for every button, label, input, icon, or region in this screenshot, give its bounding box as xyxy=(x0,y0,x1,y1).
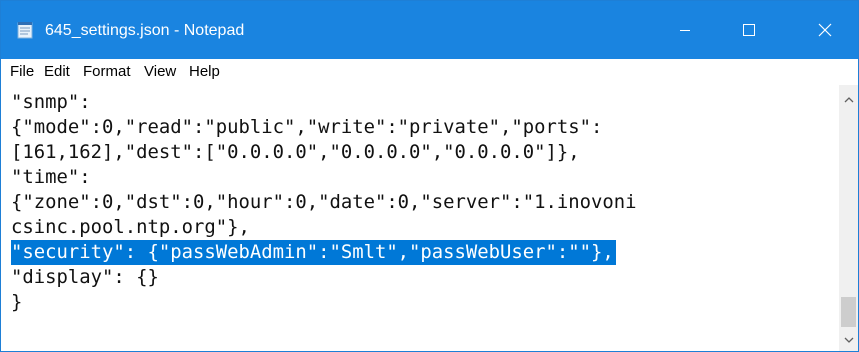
chevron-down-icon xyxy=(844,337,853,343)
chevron-up-icon xyxy=(844,97,853,103)
window-title: 645_settings.json - Notepad xyxy=(45,22,245,39)
menu-view[interactable]: View xyxy=(144,63,176,81)
maximize-icon xyxy=(743,24,755,36)
title-bar[interactable]: 645_settings.json - Notepad xyxy=(1,1,858,59)
menu-format[interactable]: Format xyxy=(83,63,131,81)
text-line: "snmp": xyxy=(11,91,91,113)
menu-edit[interactable]: Edit xyxy=(44,63,70,81)
menu-file[interactable]: File xyxy=(10,63,34,81)
close-button[interactable] xyxy=(795,1,855,59)
scroll-up-button[interactable] xyxy=(839,91,858,109)
text-line: "display": {} xyxy=(11,266,159,288)
minimize-icon xyxy=(680,30,690,31)
minimize-button[interactable] xyxy=(655,1,715,59)
notepad-window: 645_settings.json - Notepad File Edit Fo… xyxy=(0,0,859,352)
scroll-down-button[interactable] xyxy=(839,331,858,349)
text-line: {"zone":0,"dst":0,"hour":0,"date":0,"ser… xyxy=(11,191,637,213)
text-line: {"mode":0,"read":"public","write":"priva… xyxy=(11,116,603,138)
maximize-button[interactable] xyxy=(719,1,779,59)
menu-help[interactable]: Help xyxy=(189,63,220,81)
notepad-app-icon xyxy=(17,22,33,39)
menu-bar: File Edit Format View Help xyxy=(1,59,858,85)
text-line: [161,162],"dest":["0.0.0.0","0.0.0.0","0… xyxy=(11,141,580,163)
text-line: "time": xyxy=(11,166,91,188)
vertical-scrollbar[interactable] xyxy=(839,85,858,351)
text-line: } xyxy=(11,291,23,313)
selected-text-line: "security": {"passWebAdmin":"Smlt","pass… xyxy=(11,240,616,265)
scroll-thumb[interactable] xyxy=(841,297,856,327)
text-line: csinc.pool.ntp.org"}, xyxy=(11,216,250,238)
text-editor[interactable]: "snmp": {"mode":0,"read":"public","write… xyxy=(1,85,839,351)
close-icon xyxy=(818,23,832,37)
